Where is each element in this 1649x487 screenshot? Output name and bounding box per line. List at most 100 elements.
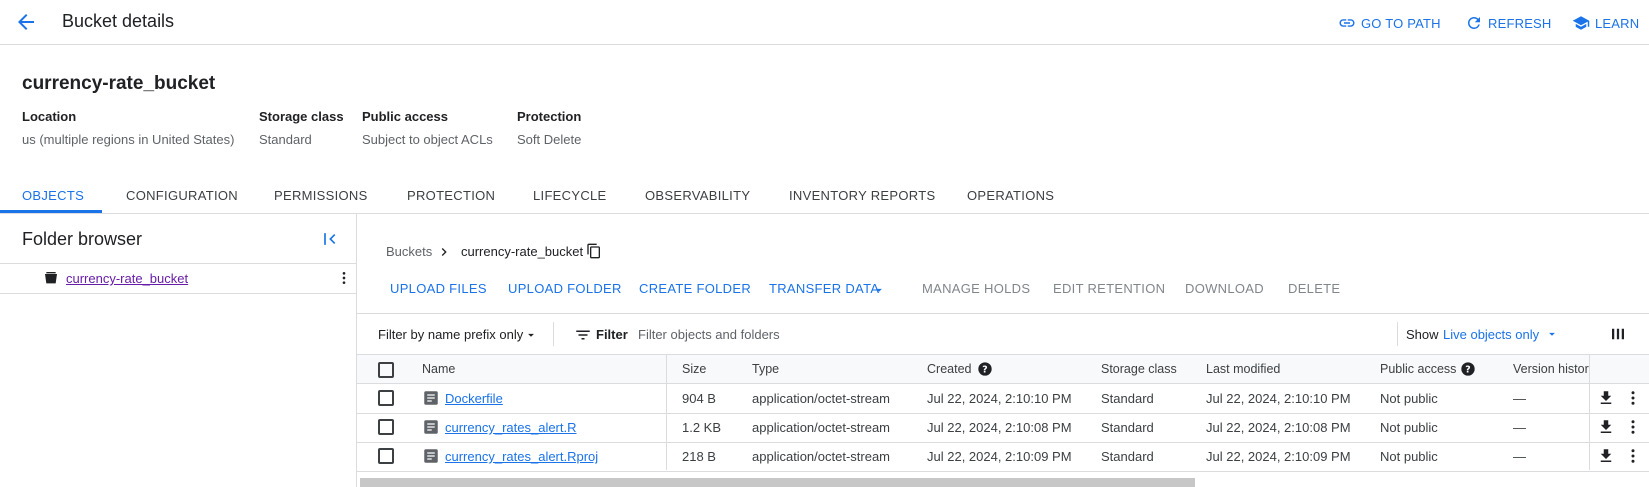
download-icon[interactable] <box>1597 389 1615 407</box>
public-access-value: Subject to object ACLs <box>362 132 493 147</box>
more-vert-icon[interactable] <box>1624 418 1642 436</box>
object-last-modified: Jul 22, 2024, 2:10:09 PM <box>1206 449 1351 464</box>
folder-browser-item-bucket[interactable]: currency-rate_bucket <box>66 271 188 286</box>
object-public-access: Not public <box>1380 449 1438 464</box>
tab-inventory-reports[interactable]: INVENTORY REPORTS <box>789 188 935 203</box>
learn-button[interactable]: LEARN <box>1572 14 1639 32</box>
tab-permissions[interactable]: PERMISSIONS <box>274 188 368 203</box>
horizontal-scrollbar[interactable] <box>360 478 1195 487</box>
help-icon[interactable]: ? <box>977 361 993 377</box>
object-size: 904 B <box>682 391 716 406</box>
svg-text:?: ? <box>982 364 987 375</box>
dropdown-arrow-icon[interactable] <box>524 328 538 342</box>
column-header-name[interactable]: Name <box>422 362 455 376</box>
column-header-version-history[interactable]: Version histor <box>1513 362 1589 376</box>
collapse-panel-icon[interactable] <box>320 229 340 249</box>
dropdown-arrow-icon[interactable] <box>1545 327 1559 341</box>
column-header-last-modified[interactable]: Last modified <box>1206 362 1280 376</box>
edit-retention-button[interactable]: EDIT RETENTION <box>1053 281 1165 296</box>
object-type: application/octet-stream <box>752 391 891 406</box>
more-vert-icon[interactable] <box>336 270 352 286</box>
object-type: application/octet-stream <box>752 449 891 464</box>
select-all-checkbox[interactable] <box>378 362 394 378</box>
back-arrow-icon[interactable] <box>14 10 38 34</box>
filter-mode-select[interactable]: Filter by name prefix only <box>378 327 523 342</box>
filter-input[interactable]: Filter objects and folders <box>638 327 780 342</box>
object-version-history: — <box>1513 449 1526 464</box>
column-header-size[interactable]: Size <box>682 362 706 376</box>
object-created: Jul 22, 2024, 2:10:09 PM <box>927 449 1072 464</box>
column-header-storage-class[interactable]: Storage class <box>1101 362 1177 376</box>
row-divider <box>357 413 1649 414</box>
create-folder-button[interactable]: CREATE FOLDER <box>639 281 751 296</box>
delete-button[interactable]: DELETE <box>1288 281 1340 296</box>
column-header-type[interactable]: Type <box>752 362 779 376</box>
filter-icon <box>576 330 590 340</box>
row-divider <box>357 442 1649 443</box>
transfer-data-button[interactable]: TRANSFER DATA <box>769 281 879 296</box>
tab-lifecycle[interactable]: LIFECYCLE <box>533 188 607 203</box>
object-name-link[interactable]: Dockerfile <box>445 391 503 406</box>
row-checkbox[interactable] <box>378 390 394 406</box>
location-label: Location <box>22 109 77 124</box>
object-last-modified: Jul 22, 2024, 2:10:10 PM <box>1206 391 1351 406</box>
file-icon <box>424 449 438 463</box>
upload-folder-button[interactable]: UPLOAD FOLDER <box>508 281 622 296</box>
page-title: Bucket details <box>62 11 175 31</box>
help-icon[interactable]: ? <box>1460 361 1476 377</box>
more-vert-icon[interactable] <box>1624 447 1642 465</box>
tab-objects[interactable]: OBJECTS <box>22 188 84 203</box>
download-button[interactable]: DOWNLOAD <box>1185 281 1264 296</box>
breadcrumb-buckets[interactable]: Buckets <box>386 244 432 259</box>
go-to-path-button[interactable]: GO TO PATH <box>1338 14 1441 32</box>
tab-protection[interactable]: PROTECTION <box>407 188 495 203</box>
object-size: 1.2 KB <box>682 420 722 435</box>
school-icon <box>1572 16 1590 30</box>
object-storage-class: Standard <box>1101 449 1154 464</box>
storage-class-value: Standard <box>259 132 312 147</box>
object-public-access: Not public <box>1380 420 1438 435</box>
column-header-public-access[interactable]: Public access <box>1380 362 1456 376</box>
copy-icon[interactable] <box>586 243 602 259</box>
storage-class-label: Storage class <box>259 109 344 124</box>
upload-files-button[interactable]: UPLOAD FILES <box>390 281 487 296</box>
object-name-link[interactable]: currency_rates_alert.R <box>445 420 577 435</box>
chevron-right-icon <box>441 248 447 256</box>
object-public-access: Not public <box>1380 391 1438 406</box>
tab-configuration[interactable]: CONFIGURATION <box>126 188 238 203</box>
manage-holds-button[interactable]: MANAGE HOLDS <box>922 281 1030 296</box>
tabs-divider <box>0 213 1649 214</box>
more-vert-icon[interactable] <box>1624 389 1642 407</box>
file-icon <box>424 391 438 405</box>
object-name-link[interactable]: currency_rates_alert.Rproj <box>445 449 598 464</box>
object-version-history: — <box>1513 391 1526 406</box>
protection-value: Soft Delete <box>517 132 582 147</box>
bucket-name: currency-rate_bucket <box>22 73 216 94</box>
folder-browser-title: Folder browser <box>22 229 143 249</box>
tab-operations[interactable]: OPERATIONS <box>967 188 1054 203</box>
refresh-button[interactable]: REFRESH <box>1465 14 1552 32</box>
object-storage-class: Standard <box>1101 391 1154 406</box>
folder-browser-divider <box>0 263 356 264</box>
object-storage-class: Standard <box>1101 420 1154 435</box>
row-divider <box>357 471 1649 472</box>
filter-divider <box>1397 322 1398 346</box>
row-checkbox[interactable] <box>378 419 394 435</box>
row-checkbox[interactable] <box>378 448 394 464</box>
download-icon[interactable] <box>1597 447 1615 465</box>
folder-browser-divider <box>0 293 356 294</box>
svg-text:?: ? <box>1465 364 1470 375</box>
link-icon <box>1339 19 1355 27</box>
show-select[interactable]: Live objects only <box>1443 327 1539 342</box>
breadcrumb-current: currency-rate_bucket <box>461 244 584 259</box>
refresh-icon <box>1468 17 1480 29</box>
protection-label: Protection <box>517 109 582 124</box>
tab-observability[interactable]: OBSERVABILITY <box>645 188 750 203</box>
filter-label: Filter <box>596 327 628 342</box>
object-created: Jul 22, 2024, 2:10:10 PM <box>927 391 1072 406</box>
object-type: application/octet-stream <box>752 420 891 435</box>
column-header-created[interactable]: Created <box>927 362 971 376</box>
column-display-icon[interactable] <box>1609 325 1627 343</box>
dropdown-arrow-icon[interactable] <box>872 283 886 297</box>
download-icon[interactable] <box>1597 418 1615 436</box>
